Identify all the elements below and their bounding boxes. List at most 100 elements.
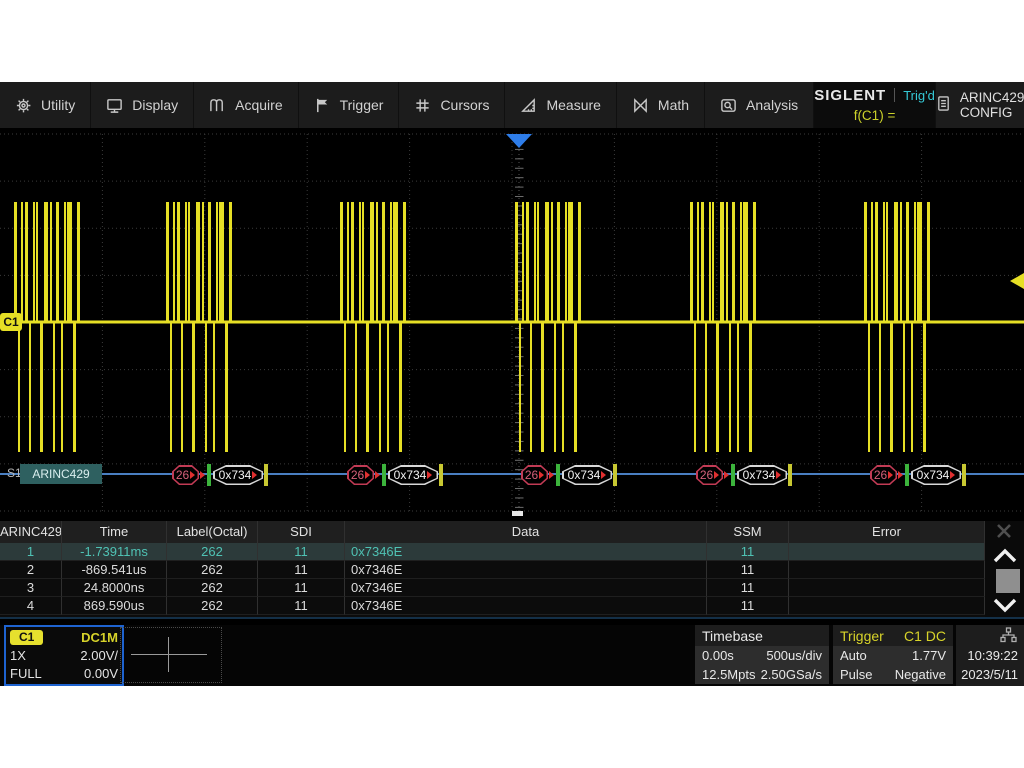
waveform-canvas	[0, 128, 1024, 513]
column-header-arinc429: ARINC429	[0, 521, 62, 543]
table-bottom-divider	[0, 617, 1024, 619]
column-header-label-octal-: Label(Octal)	[167, 521, 258, 543]
trigger-level: 1.77V	[912, 648, 946, 663]
table-row[interactable]: 4869.590us262110x7346E11	[0, 597, 985, 615]
decode-bus-badge[interactable]: ARINC429	[20, 464, 102, 484]
frame-start-bracket	[382, 464, 386, 486]
table-cell: 869.590us	[62, 597, 167, 615]
trigger-position-marker[interactable]	[506, 134, 532, 148]
menu-item-measure[interactable]: Measure	[505, 82, 616, 128]
monitor-icon	[106, 97, 123, 114]
trigger-type: Pulse	[840, 667, 873, 682]
clock-date: 2023/5/11	[956, 665, 1024, 684]
chevron-up-icon[interactable]	[988, 545, 1022, 567]
table-cell: 262	[167, 543, 258, 561]
table-cell	[789, 597, 985, 615]
flag-icon	[314, 97, 331, 114]
decode-table-header: ARINC429TimeLabel(Octal)SDIDataSSMError	[0, 521, 985, 543]
timebase-scale: 500us/div	[766, 648, 822, 663]
menu-item-label: Math	[658, 97, 689, 113]
clock-panel[interactable]: 10:39:22 2023/5/11	[956, 625, 1024, 686]
menu-item-display[interactable]: Display	[91, 82, 194, 128]
frame-start-bracket	[905, 464, 909, 486]
menu-item-cursors[interactable]: Cursors	[399, 82, 505, 128]
truncation-arrow-icon	[714, 471, 719, 479]
column-header-ssm: SSM	[707, 521, 789, 543]
close-icon[interactable]	[988, 521, 1020, 541]
table-cell	[789, 561, 985, 579]
truncation-arrow-icon	[601, 471, 606, 479]
frame-end-bracket	[613, 464, 617, 486]
timebase-memory: 12.5Mpts	[702, 667, 755, 682]
column-header-data: Data	[345, 521, 707, 543]
truncation-arrow-icon	[724, 471, 729, 479]
menu-item-label: Measure	[546, 97, 600, 113]
frame-data-capsule: 0x734	[737, 465, 787, 485]
scrollbar-thumb[interactable]	[996, 569, 1020, 593]
oscilloscope-screen: Utility Display Acquire Trigger Cursors Measu…	[0, 82, 1024, 686]
frame-end-bracket	[788, 464, 792, 486]
menu-item-analysis[interactable]: Analysis	[705, 82, 814, 128]
brand-block: SIGLENT Trig'd f(C1) = 21.74518kHz	[814, 82, 936, 128]
table-cell: 0x7346E	[345, 543, 707, 561]
trigger-mode: Auto	[840, 648, 867, 663]
channel1-box[interactable]: C1 DC1M 1X 2.00V/ FULL 0.00V	[4, 625, 124, 686]
table-cell: 0x7346E	[345, 579, 707, 597]
menu-item-label: Trigger	[340, 97, 384, 113]
truncation-arrow-icon	[549, 471, 554, 479]
menu-item-trigger[interactable]: Trigger	[299, 82, 400, 128]
crosshair-icon	[414, 97, 431, 114]
bowtie-icon	[632, 97, 649, 114]
trigger-title: Trigger	[840, 628, 884, 644]
frequency-counter: f(C1) = 21.74518kHz	[814, 106, 935, 126]
chevron-down-icon[interactable]	[988, 594, 1022, 616]
channel1-offset-marker[interactable]: C1	[0, 313, 22, 331]
menu-items: Utility Display Acquire Trigger Cursors Measu…	[0, 82, 814, 128]
timebase-panel[interactable]: Timebase 0.00s 500us/div 12.5Mpts 2.50GS…	[695, 625, 829, 686]
table-cell: 24.8000ns	[62, 579, 167, 597]
acquire-icon	[209, 97, 226, 114]
table-cell: -869.541us	[62, 561, 167, 579]
menu-item-utility[interactable]: Utility	[0, 82, 91, 128]
table-row[interactable]: 1-1.73911ms262110x7346E11	[0, 543, 985, 561]
table-cell: 11	[258, 579, 345, 597]
trigger-panel[interactable]: Trigger C1 DC Auto 1.77V Pulse Negative	[833, 625, 953, 686]
siglent-logo: SIGLENT	[814, 87, 886, 104]
frame-end-bracket	[439, 464, 443, 486]
table-cell: 262	[167, 597, 258, 615]
menu-item-math[interactable]: Math	[617, 82, 705, 128]
table-cell: 4	[0, 597, 62, 615]
menu-item-label: Cursors	[440, 97, 489, 113]
table-cell: 0x7346E	[345, 597, 707, 615]
channel1-bandwidth: FULL	[10, 666, 42, 681]
menu-item-acquire[interactable]: Acquire	[194, 82, 298, 128]
frame-label-octagon: 26	[696, 465, 723, 485]
truncation-arrow-icon	[898, 471, 903, 479]
table-row[interactable]: 2-869.541us262110x7346E11	[0, 561, 985, 579]
trigger-source: C1 DC	[904, 628, 946, 644]
frame-label-octagon: 26	[172, 465, 199, 485]
column-header-error: Error	[789, 521, 985, 543]
table-cell: 2	[0, 561, 62, 579]
list-icon	[936, 95, 951, 115]
channel1-badge: C1	[10, 630, 43, 645]
add-channel-placeholder[interactable]	[120, 627, 222, 683]
menu-item-label: Display	[132, 97, 178, 113]
frame-label-octagon: 26	[347, 465, 374, 485]
magnifier-icon	[720, 97, 737, 114]
table-cell: 0x7346E	[345, 561, 707, 579]
table-cell: 262	[167, 579, 258, 597]
arinc429-config-button[interactable]: ARINC429 CONFIG	[936, 82, 1024, 128]
table-row[interactable]: 324.8000ns262110x7346E11	[0, 579, 985, 597]
table-cell: -1.73911ms	[62, 543, 167, 561]
truncation-arrow-icon	[427, 471, 432, 479]
waveform-display[interactable]: C1 S1 ARINC429 260x734260x734260x734260x…	[0, 128, 1024, 513]
table-cell	[789, 579, 985, 597]
frame-data-capsule: 0x734	[911, 465, 961, 485]
network-icon	[956, 625, 1024, 646]
table-cell	[789, 543, 985, 561]
trigger-delay-indicator	[512, 511, 523, 516]
trigger-level-marker[interactable]	[1010, 273, 1024, 289]
menu-item-label: Acquire	[235, 97, 282, 113]
trigger-status: Trig'd	[903, 88, 935, 103]
